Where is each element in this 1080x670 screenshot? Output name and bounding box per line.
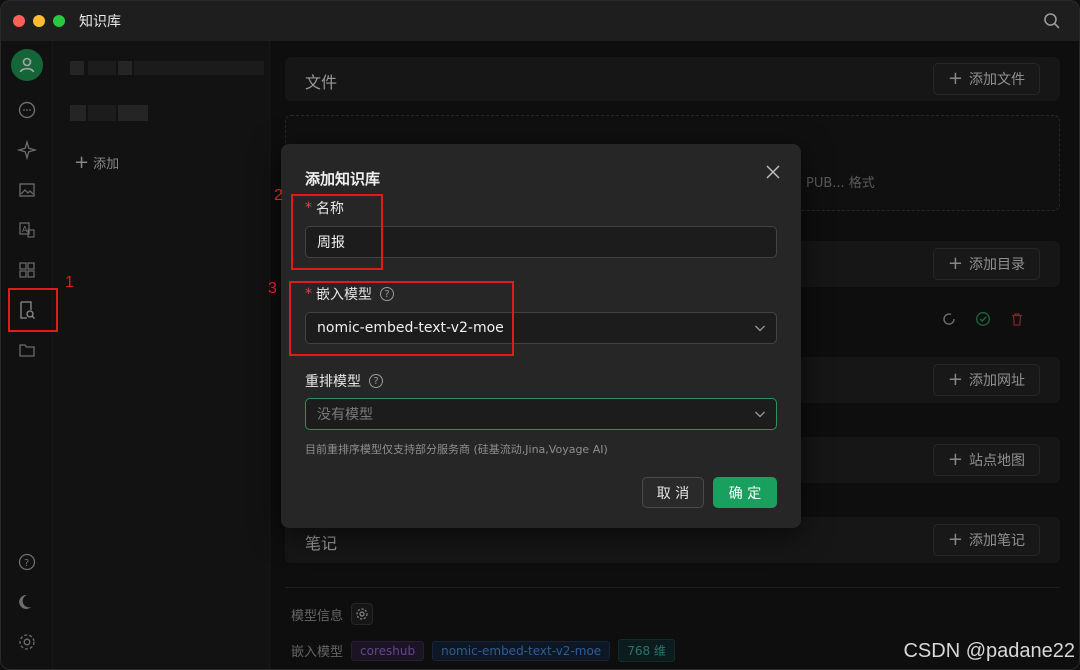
annotation-box-2 bbox=[291, 194, 383, 270]
title-bar: 知识库 bbox=[1, 1, 1079, 41]
chevron-down-icon bbox=[755, 411, 765, 418]
annotation-box-1 bbox=[8, 288, 58, 332]
rerank-model-placeholder: 没有模型 bbox=[317, 407, 373, 423]
help-icon[interactable]: ? bbox=[369, 374, 383, 388]
rerank-model-select[interactable]: 没有模型 bbox=[305, 398, 777, 430]
close-icon[interactable] bbox=[765, 164, 781, 180]
dialog-title: 添加知识库 bbox=[305, 170, 381, 188]
annotation-box-3 bbox=[289, 281, 514, 356]
app-window: 知识库 A ? + 添加 文件 + 添加文件 PUB... 格式 + 添加目录 … bbox=[0, 0, 1080, 670]
annotation-number-3: 3 bbox=[268, 280, 277, 297]
maximize-window-button[interactable] bbox=[53, 15, 65, 27]
close-window-button[interactable] bbox=[13, 15, 25, 27]
minimize-window-button[interactable] bbox=[33, 15, 45, 27]
window-controls bbox=[13, 15, 65, 27]
annotation-number-1: 1 bbox=[65, 274, 74, 291]
watermark: CSDN @padane22 bbox=[903, 640, 1075, 662]
search-icon[interactable] bbox=[1043, 12, 1061, 30]
rerank-model-field-label: 重排模型 ? bbox=[305, 371, 383, 391]
rerank-model-label-text: 重排模型 bbox=[305, 374, 361, 390]
annotation-number-2: 2 bbox=[274, 187, 283, 204]
rerank-hint: 目前重排序模型仅支持部分服务商 (硅基流动,Jina,Voyage AI) bbox=[305, 443, 608, 456]
window-title: 知识库 bbox=[79, 14, 121, 30]
chevron-down-icon bbox=[755, 325, 765, 332]
confirm-button[interactable]: 确 定 bbox=[713, 477, 777, 508]
cancel-button[interactable]: 取 消 bbox=[642, 477, 704, 508]
